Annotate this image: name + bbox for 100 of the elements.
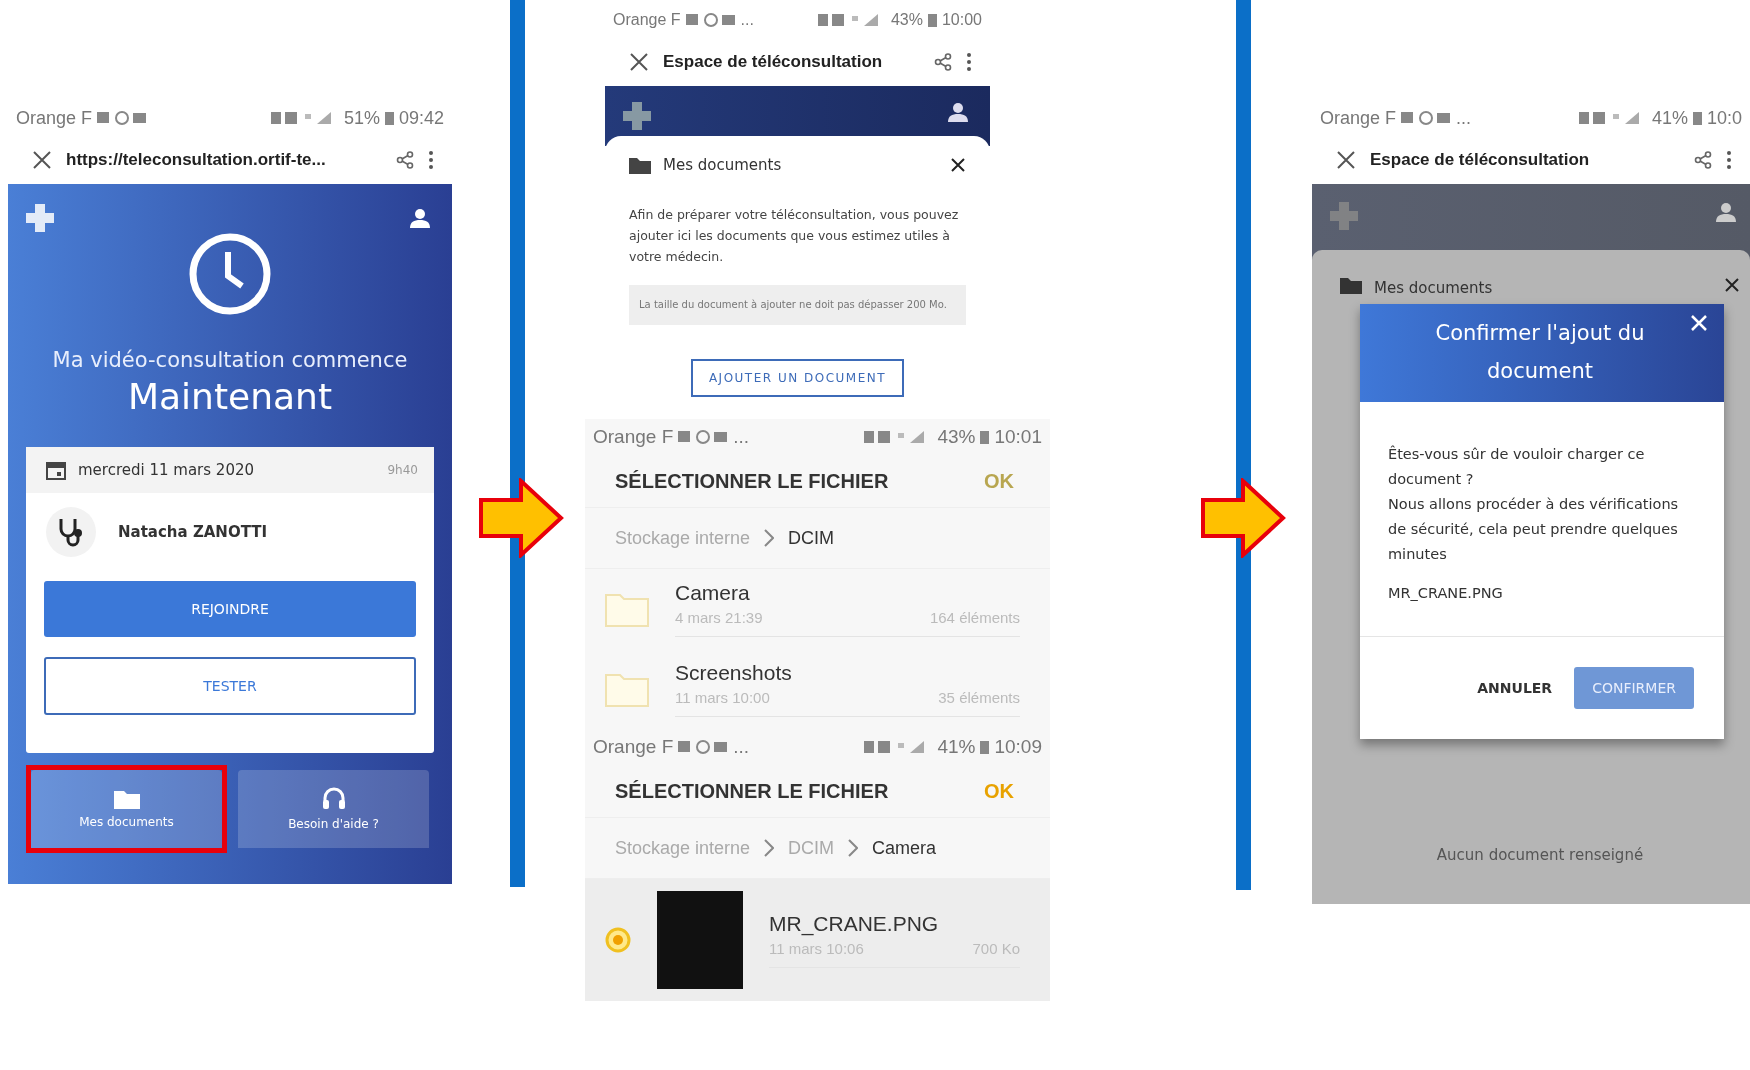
share-icon (1694, 151, 1712, 169)
chevron-right-icon (848, 839, 859, 857)
clock-time: 10:0 (1706, 107, 1742, 129)
notification-icons-drawing (678, 430, 729, 444)
plus-logo-icon (1330, 202, 1358, 230)
battery-icon (1692, 111, 1702, 125)
breadcrumb-link[interactable]: DCIM (788, 837, 835, 859)
dialog-message: Êtes-vous sûr de vouloir charger ce document ? (1388, 444, 1646, 489)
folder-icon (113, 789, 140, 809)
add-document-button[interactable]: AJOUTER UN DOCUMENT (690, 359, 905, 397)
clock-icon (188, 232, 272, 316)
share-icon (934, 53, 952, 71)
more-icon (428, 150, 434, 170)
headset-icon (321, 787, 346, 811)
more-notifications-text: ... (733, 426, 750, 448)
consultation-heading: Ma vidéo-consultation commence (52, 348, 408, 372)
clock-time: 10:01 (994, 426, 1042, 448)
close-icon (1724, 277, 1740, 293)
carrier-name: Orange F (613, 11, 681, 29)
notification-icons-drawing (1401, 111, 1452, 125)
close-icon (1690, 314, 1708, 332)
battery-percentage: 41% (1651, 107, 1688, 129)
breadcrumb-link[interactable]: Stockage interne (615, 837, 751, 859)
test-button[interactable]: TESTER (44, 657, 416, 715)
more-notifications-text: ... (740, 11, 754, 29)
folder-icon (605, 671, 649, 707)
folder-icon (1340, 276, 1362, 294)
battery-icon (384, 111, 394, 125)
chevron-right-icon (764, 839, 775, 857)
item-name: MR_CRANE.PNG (769, 912, 940, 936)
close-icon (629, 52, 649, 72)
close-icon (950, 157, 966, 173)
plus-logo-icon (623, 102, 651, 130)
item-date: 4 mars 21:39 (675, 609, 763, 626)
user-icon (410, 208, 430, 228)
battery-icon (980, 430, 990, 444)
user-icon (1716, 202, 1736, 222)
more-icon (1726, 150, 1732, 170)
notification-icons-drawing (678, 740, 729, 754)
folder-icon (629, 156, 651, 174)
user-icon (948, 102, 968, 122)
breadcrumb-link[interactable]: Camera (872, 837, 937, 859)
empty-documents-text: Aucun document renseigné (1436, 846, 1644, 864)
more-icon (966, 52, 972, 72)
ok-button[interactable]: OK (984, 469, 1014, 493)
appointment-date: mercredi 11 mars 2020 (78, 461, 255, 479)
bottom-tab[interactable]: Besoin d'aide ? (238, 770, 429, 848)
battery-percentage: 51% (343, 107, 380, 129)
close-icon (1336, 150, 1356, 170)
right-arrow-icon (1200, 478, 1286, 558)
file-name: MR_CRANE.PNG (1388, 584, 1504, 603)
item-info: 35 éléments (938, 689, 1020, 706)
more-notifications-text: ... (733, 736, 750, 758)
sheet-title: Mes documents (663, 156, 783, 174)
dialog-message: Nous allons procéder à des vérifications de sécurité, cela peut prendre quelques minutes (1388, 495, 1680, 564)
sheet-title: Mes documents (1374, 279, 1494, 294)
clock-time: 10:09 (994, 736, 1042, 758)
picker-title: SÉLECTIONNER LE FICHIER (615, 779, 890, 803)
bottom-tab[interactable]: Mes documents (31, 770, 222, 848)
breadcrumb-link[interactable]: DCIM (788, 527, 835, 549)
breadcrumb-link[interactable]: Stockage interne (615, 527, 751, 549)
more-notifications-text: ... (1456, 107, 1472, 129)
battery-icon (927, 13, 937, 27)
plus-logo-icon (26, 204, 54, 232)
page-title: Espace de téléconsultation (663, 52, 884, 72)
join-button[interactable]: REJOINDRE (44, 581, 416, 637)
appointment-time: 9h40 (387, 463, 418, 477)
size-limit-note: La taille du document à ajouter ne doit pas dépasser 200 Mo. (629, 285, 966, 325)
page-title: https://teleconsultation.ortif-te... (66, 150, 327, 170)
notification-icons-drawing (685, 13, 736, 27)
close-icon (32, 150, 52, 170)
doctor-name: Natacha ZANOTTI (118, 523, 268, 541)
file-list-item[interactable]: Screenshots 11 mars 10:00 35 éléments (585, 649, 1050, 729)
battery-percentage: 41% (937, 736, 976, 758)
item-name: Camera (675, 581, 751, 605)
carrier-name: Orange F (593, 736, 674, 758)
radio-icon (605, 927, 631, 953)
page-title: Espace de téléconsultation (1370, 150, 1591, 170)
carrier-name: Orange F (593, 426, 674, 448)
dialog-title: Confirmer l'ajout du document (1434, 320, 1646, 385)
clock-time: 10:00 (941, 11, 982, 29)
chevron-right-icon (764, 529, 775, 547)
right-arrow-icon (478, 478, 564, 558)
battery-percentage: 43% (937, 426, 976, 448)
battery-percentage: 43% (890, 11, 923, 29)
confirm-button[interactable]: CONFIRMER (1574, 667, 1694, 709)
item-date: 11 mars 10:00 (675, 689, 770, 706)
stethoscope-icon (57, 517, 85, 547)
battery-icon (980, 740, 990, 754)
cancel-button[interactable]: ANNULER (1471, 679, 1559, 697)
file-list-item[interactable]: Camera 4 mars 21:39 164 éléments (585, 569, 1050, 649)
notification-icons-drawing (97, 111, 148, 125)
item-info: 164 éléments (929, 609, 1020, 626)
picker-title: SÉLECTIONNER LE FICHIER (615, 469, 890, 493)
share-icon (396, 151, 414, 169)
consultation-headline: Maintenant (128, 376, 332, 417)
carrier-name: Orange F (16, 107, 93, 129)
sheet-description: Afin de préparer votre téléconsultation, vous pouvez ajouter ici les documents que vous estimez utiles à votre médecin. (629, 206, 960, 266)
clock-time: 09:42 (398, 107, 444, 129)
folder-icon (605, 591, 649, 627)
